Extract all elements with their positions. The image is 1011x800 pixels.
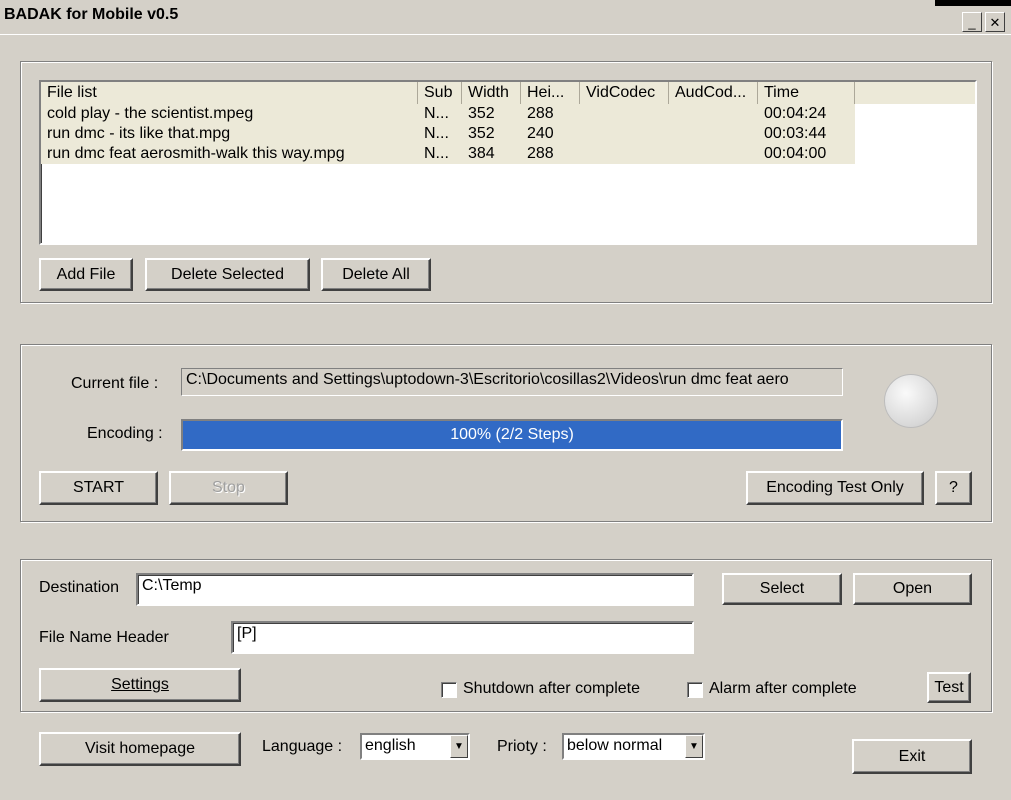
table-cell-audcodec bbox=[669, 144, 758, 164]
file-list-rows: cold play - the scientist.mpeg N... 352 288… bbox=[41, 104, 975, 164]
title-bar: BADAK for Mobile v0.5 _ ✕ bbox=[0, 0, 1011, 35]
current-file-label: Current file : bbox=[71, 375, 159, 392]
table-row[interactable]: run dmc - its like that.mpg N... 352 240 00:… bbox=[41, 124, 855, 144]
table-cell-name: run dmc - its like that.mpg bbox=[47, 125, 231, 142]
shutdown-checkbox[interactable] bbox=[441, 682, 457, 698]
priority-label: Prioty : bbox=[497, 738, 547, 755]
table-cell-audcodec bbox=[669, 104, 758, 124]
table-cell-time: 00:04:00 bbox=[764, 145, 827, 162]
table-cell-height: 240 bbox=[527, 125, 554, 142]
file-list[interactable]: File list Sub Width Hei... VidCodec AudC… bbox=[39, 80, 977, 245]
select-button[interactable]: Select bbox=[722, 573, 842, 605]
priority-select[interactable]: below normal ▼ bbox=[562, 733, 705, 760]
add-file-button[interactable]: Add File bbox=[39, 258, 133, 291]
close-icon: ✕ bbox=[989, 14, 1001, 30]
chevron-down-icon[interactable]: ▼ bbox=[450, 735, 468, 758]
table-cell-height: 288 bbox=[527, 105, 554, 122]
settings-button[interactable]: Settings bbox=[39, 668, 241, 702]
table-cell-width: 384 bbox=[468, 145, 495, 162]
column-header-height[interactable]: Hei... bbox=[521, 82, 580, 104]
table-cell-vidcodec bbox=[580, 144, 669, 164]
column-header-sub[interactable]: Sub bbox=[418, 82, 462, 104]
column-header-width[interactable]: Width bbox=[462, 82, 521, 104]
table-cell-vidcodec bbox=[580, 104, 669, 124]
delete-all-button[interactable]: Delete All bbox=[321, 258, 431, 291]
column-header-vidcodec[interactable]: VidCodec bbox=[580, 82, 669, 104]
table-row[interactable]: cold play - the scientist.mpeg N... 352 288… bbox=[41, 104, 855, 124]
encoding-test-only-button[interactable]: Encoding Test Only bbox=[746, 471, 924, 505]
file-name-header-input[interactable]: [P] bbox=[231, 621, 694, 654]
shutdown-label: Shutdown after complete bbox=[463, 680, 640, 697]
smiley-icon bbox=[884, 374, 938, 428]
table-cell-name: cold play - the scientist.mpeg bbox=[47, 105, 254, 122]
chevron-down-icon[interactable]: ▼ bbox=[685, 735, 703, 758]
minimize-icon: _ bbox=[968, 14, 976, 30]
table-cell-width: 352 bbox=[468, 125, 495, 142]
table-cell-time: 00:03:44 bbox=[764, 125, 827, 142]
table-cell-sub: N... bbox=[424, 125, 449, 142]
help-button[interactable]: ? bbox=[935, 471, 972, 505]
priority-value: below normal bbox=[567, 737, 663, 754]
delete-selected-button[interactable]: Delete Selected bbox=[145, 258, 310, 291]
title-bar-edge bbox=[935, 0, 1011, 6]
window-title: BADAK for Mobile v0.5 bbox=[4, 6, 179, 23]
encoding-progress-bar: 100% (2/2 Steps) bbox=[181, 419, 843, 451]
file-list-header: File list Sub Width Hei... VidCodec AudC… bbox=[41, 82, 975, 104]
language-value: english bbox=[365, 737, 416, 754]
progress-text: 100% (2/2 Steps) bbox=[450, 426, 574, 443]
column-header-time[interactable]: Time bbox=[758, 82, 855, 104]
table-cell-height: 288 bbox=[527, 145, 554, 162]
current-file-field: C:\Documents and Settings\uptodown-3\Esc… bbox=[181, 368, 843, 396]
destination-label: Destination bbox=[39, 579, 120, 596]
alarm-label: Alarm after complete bbox=[709, 680, 857, 697]
column-header-audcodec[interactable]: AudCod... bbox=[669, 82, 758, 104]
table-cell-sub: N... bbox=[424, 105, 449, 122]
alarm-checkbox[interactable] bbox=[687, 682, 703, 698]
destination-input[interactable]: C:\Temp bbox=[136, 573, 694, 606]
file-name-header-label: File Name Header bbox=[39, 629, 169, 646]
table-cell-audcodec bbox=[669, 124, 758, 144]
column-header-file-list[interactable]: File list bbox=[41, 82, 418, 104]
table-cell-time: 00:04:24 bbox=[764, 105, 827, 122]
open-button[interactable]: Open bbox=[853, 573, 972, 605]
table-cell-sub: N... bbox=[424, 145, 449, 162]
table-cell-name: run dmc feat aerosmith-walk this way.mpg bbox=[47, 145, 345, 162]
language-select[interactable]: english ▼ bbox=[360, 733, 470, 760]
stop-button[interactable]: Stop bbox=[169, 471, 288, 505]
encoding-label: Encoding : bbox=[87, 425, 163, 442]
test-button[interactable]: Test bbox=[927, 672, 971, 703]
start-button[interactable]: START bbox=[39, 471, 158, 505]
table-cell-vidcodec bbox=[580, 124, 669, 144]
table-row[interactable]: run dmc feat aerosmith-walk this way.mpg… bbox=[41, 144, 855, 164]
language-label: Language : bbox=[262, 738, 343, 755]
visit-homepage-button[interactable]: Visit homepage bbox=[39, 732, 241, 766]
close-button[interactable]: ✕ bbox=[985, 12, 1005, 32]
table-cell-width: 352 bbox=[468, 105, 495, 122]
exit-button[interactable]: Exit bbox=[852, 739, 972, 774]
minimize-button[interactable]: _ bbox=[962, 12, 982, 32]
